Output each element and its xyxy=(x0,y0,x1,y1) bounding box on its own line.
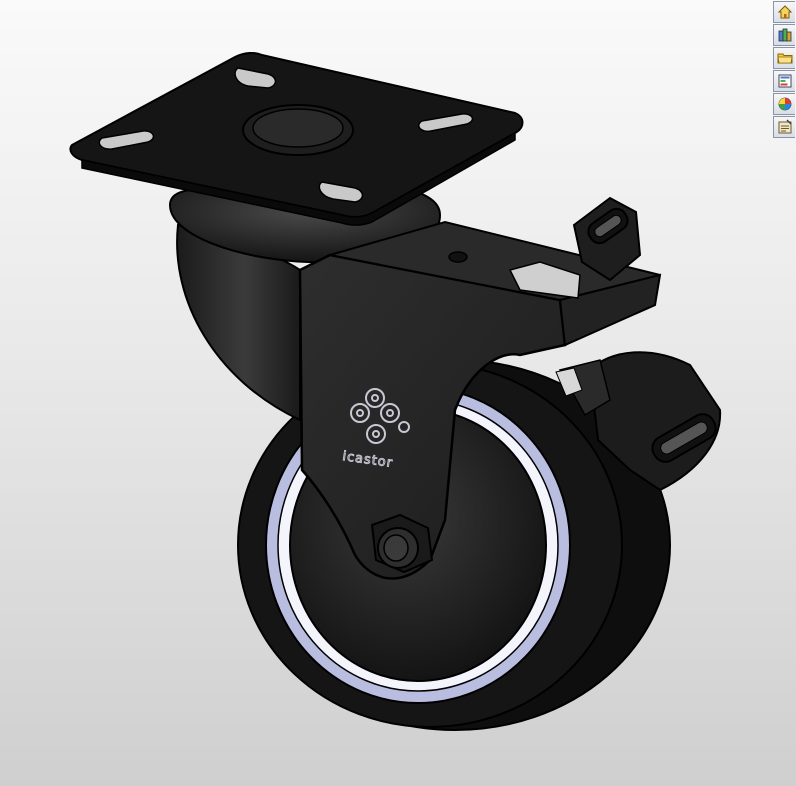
mounting-plate xyxy=(69,51,524,226)
task-pane-tab-view-palette[interactable] xyxy=(773,70,795,92)
caster-model[interactable]: icastor xyxy=(0,0,796,786)
task-pane-tab-custom-properties[interactable] xyxy=(773,116,795,138)
graphics-area[interactable]: icastor xyxy=(0,0,796,786)
task-pane-tab-home[interactable] xyxy=(773,1,795,23)
task-pane-tab-file-explorer[interactable] xyxy=(773,47,795,69)
design-library-icon xyxy=(778,28,791,42)
task-pane-tab-design-library[interactable] xyxy=(773,24,795,46)
task-pane-tab-appearances[interactable] xyxy=(773,93,795,115)
file-explorer-icon xyxy=(777,53,792,64)
appearances-icon xyxy=(778,97,791,111)
custom-properties-icon xyxy=(778,119,792,134)
home-icon xyxy=(777,5,792,19)
task-pane-tabs xyxy=(772,0,796,146)
view-palette-icon xyxy=(778,74,791,88)
